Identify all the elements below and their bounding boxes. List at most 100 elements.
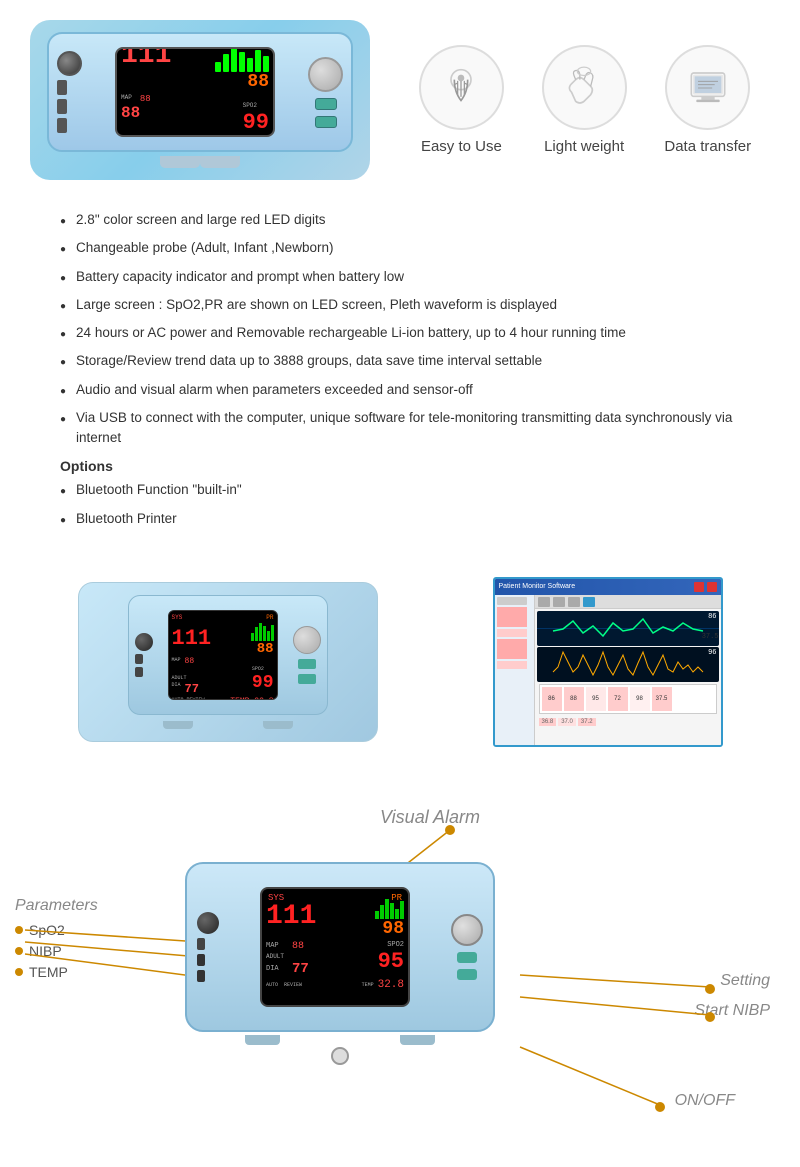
computer-icon bbox=[683, 63, 733, 113]
sw-sidebar bbox=[495, 595, 535, 745]
bar-6 bbox=[400, 901, 404, 919]
sw-main: 86 96 86 88 95 72 98 37.5 bbox=[535, 595, 721, 745]
diagram-device-screen: SYS PR 111 98 bbox=[260, 887, 410, 1007]
data-transfer-label: Data transfer bbox=[664, 138, 751, 155]
diagram-section: Visual Alarm Parameters SpO2 NIBP TEMP S… bbox=[0, 787, 800, 1167]
parameters-label: Parameters bbox=[15, 897, 98, 915]
stand-leg-1 bbox=[160, 156, 200, 168]
feature-item-4: Large screen : SpO2,PR are shown on LED … bbox=[60, 295, 740, 315]
device-image-top: SYS PR 111 bbox=[30, 20, 370, 180]
stand-leg-bottom-1 bbox=[245, 1035, 280, 1045]
device-stand bbox=[160, 156, 240, 168]
diagram-small-btn-1 bbox=[457, 952, 477, 963]
features-list-section: 2.8" color screen and large red LED digi… bbox=[0, 190, 800, 557]
diagram-knob bbox=[197, 912, 219, 934]
diagram-device-wrapper: SYS PR 111 98 bbox=[185, 862, 495, 1065]
diagram-small-btn-2 bbox=[457, 969, 477, 980]
diagram-left-panel bbox=[197, 912, 219, 982]
light-weight-icon-circle bbox=[542, 45, 627, 130]
setting-dot bbox=[705, 984, 715, 994]
sw-body: 86 96 86 88 95 72 98 37.5 bbox=[495, 595, 721, 745]
stand-leg-2 bbox=[200, 156, 240, 168]
features-list: 2.8" color screen and large red LED digi… bbox=[60, 210, 740, 448]
dia-row: DIA 77 bbox=[266, 961, 309, 977]
sw-numbers: 86 88 95 72 98 37.5 bbox=[539, 684, 717, 714]
hand-touch-icon bbox=[436, 63, 486, 113]
onoff-dot bbox=[655, 1102, 665, 1112]
sw-titlebar: Patient Monitor Software bbox=[495, 579, 721, 595]
setting-label: Setting bbox=[720, 972, 770, 990]
stand-leg-bottom-2 bbox=[400, 1035, 435, 1045]
map-row: MAP 88 bbox=[266, 941, 309, 952]
feature-data-transfer: Data transfer bbox=[664, 45, 751, 155]
diagram-bottom-btn bbox=[331, 1047, 349, 1065]
sw-chart-1: 86 bbox=[537, 611, 719, 646]
port-1 bbox=[57, 80, 67, 95]
param-nibp: NIBP bbox=[15, 943, 68, 959]
feature-item-3: Battery capacity indicator and prompt wh… bbox=[60, 267, 740, 287]
small-btn-1 bbox=[315, 98, 337, 110]
sw-title-text: Patient Monitor Software bbox=[499, 583, 691, 590]
param-spo2-dot bbox=[15, 926, 23, 934]
diagram-device-stand bbox=[185, 1035, 495, 1045]
drs-spo2: SPO2 95 bbox=[378, 941, 404, 977]
easy-to-use-icon-circle bbox=[419, 45, 504, 130]
sw-chart-2: 96 bbox=[537, 647, 719, 682]
onoff-label: ON/OFF bbox=[675, 1092, 735, 1110]
param-nibp-dot bbox=[15, 947, 23, 955]
device-image-small: SYS PR 111 88 bbox=[78, 582, 378, 742]
hand-hold-icon bbox=[559, 63, 609, 113]
param-spo2: SpO2 bbox=[15, 922, 68, 938]
software-screenshot: Patient Monitor Software bbox=[493, 577, 723, 747]
bar-3 bbox=[385, 899, 389, 919]
feature-item-5: 24 hours or AC power and Removable recha… bbox=[60, 323, 740, 343]
diagram-port-1 bbox=[197, 938, 205, 950]
diagram-nav-btn bbox=[451, 914, 483, 946]
bar-2 bbox=[380, 905, 384, 919]
visual-alarm-dot bbox=[445, 825, 455, 835]
bar-1 bbox=[375, 911, 379, 919]
device-left-panel bbox=[57, 51, 82, 133]
device-screen: SYS PR 111 bbox=[115, 47, 275, 137]
diagram-port-2 bbox=[197, 954, 205, 966]
drs-map-section: MAP 88 ADULT DIA 77 bbox=[266, 941, 309, 977]
port-2 bbox=[57, 99, 67, 114]
data-transfer-icon-circle bbox=[665, 45, 750, 130]
option-item-2: Bluetooth Printer bbox=[60, 509, 740, 529]
options-list: Bluetooth Function "built-in" Bluetooth … bbox=[60, 480, 740, 529]
param-temp-dot bbox=[15, 968, 23, 976]
device-body: SYS PR 111 bbox=[47, 32, 353, 152]
drs-bottom: AUTO REVIEW TEMP 32.8 bbox=[262, 977, 408, 993]
middle-images-section: SYS PR 111 88 bbox=[0, 557, 800, 767]
feature-item-1: 2.8" color screen and large red LED digi… bbox=[60, 210, 740, 230]
device-placeholder: SYS PR 111 bbox=[30, 20, 370, 180]
section-divider bbox=[0, 767, 800, 787]
bar-4 bbox=[390, 903, 394, 919]
diagram-port-3 bbox=[197, 970, 205, 982]
light-weight-label: Light weight bbox=[544, 138, 624, 155]
options-title: Options bbox=[60, 458, 740, 474]
feature-easy-to-use: Easy to Use bbox=[419, 45, 504, 155]
feature-light-weight: Light weight bbox=[542, 45, 627, 155]
params-list: SpO2 NIBP TEMP bbox=[15, 922, 68, 980]
port-3 bbox=[57, 118, 67, 133]
diagram-right-panel bbox=[451, 914, 483, 980]
close-btn bbox=[707, 582, 717, 592]
feature-item-6: Storage/Review trend data up to 3888 gro… bbox=[60, 351, 740, 371]
knob-1 bbox=[57, 51, 82, 76]
device-right-panel bbox=[308, 57, 343, 128]
minimize-btn bbox=[694, 582, 704, 592]
easy-to-use-label: Easy to Use bbox=[421, 138, 502, 155]
bar-5 bbox=[395, 909, 399, 919]
small-btn-2 bbox=[315, 116, 337, 128]
option-item-1: Bluetooth Function "built-in" bbox=[60, 480, 740, 500]
drs-numbers: 111 98 bbox=[262, 903, 408, 939]
top-section: SYS PR 111 bbox=[0, 0, 800, 190]
diagram-device: SYS PR 111 98 bbox=[185, 862, 495, 1032]
nav-btn bbox=[308, 57, 343, 92]
drs-bars bbox=[375, 903, 404, 919]
feature-item-8: Via USB to connect with the computer, un… bbox=[60, 408, 740, 449]
visual-alarm-label: Visual Alarm bbox=[380, 807, 480, 828]
feature-item-7: Audio and visual alarm when parameters e… bbox=[60, 380, 740, 400]
drs-sub: MAP 88 ADULT DIA 77 SPO2 95 bbox=[262, 941, 408, 977]
